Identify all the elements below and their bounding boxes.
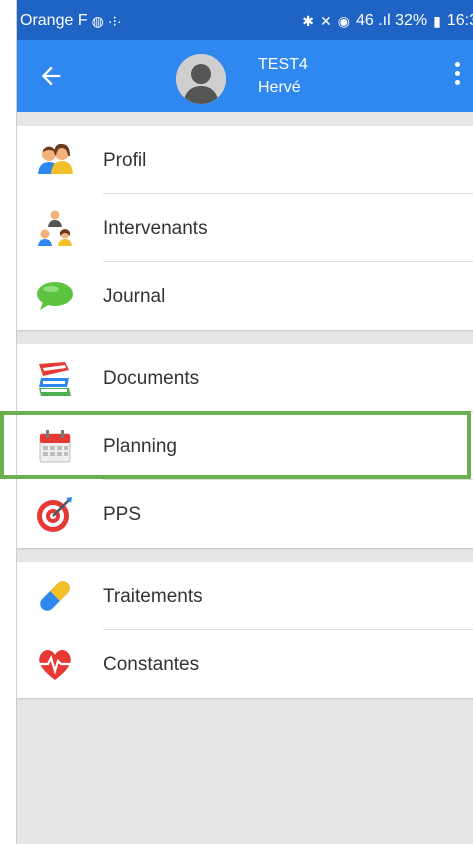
status-bar: Orange F ◍ ·⁝· ✱ ✕ ◉ 46 .ıl 32% ▮ 16:3	[17, 0, 473, 40]
menu-item-intervenants[interactable]: Intervenants	[17, 194, 473, 262]
pill-capsule-icon	[40, 581, 70, 611]
menu-item-profil[interactable]: Profil	[17, 126, 473, 194]
clock: 16:3	[446, 12, 473, 29]
alarm-icon: ◉	[337, 12, 350, 29]
notification-icon: ·⁝·	[107, 12, 122, 29]
chat-bubble-icon	[37, 282, 73, 310]
planning-highlight-box	[0, 411, 471, 479]
menu-item-constantes[interactable]: Constantes	[17, 630, 473, 698]
menu-item-label: Intervenants	[103, 218, 208, 239]
target-icon	[37, 497, 72, 532]
patient-name: TEST4	[258, 56, 308, 73]
status-left: Orange F ◍ ·⁝·	[20, 12, 122, 30]
menu-item-label: PPS	[103, 504, 142, 525]
heart-pulse-icon	[39, 649, 71, 680]
care-team-icon	[38, 210, 72, 246]
menu-group-3: Traitements Constantes	[17, 562, 473, 698]
app-bar: TEST4 Hervé	[17, 40, 473, 112]
sync-icon: ◍	[91, 12, 104, 29]
avatar[interactable]	[176, 54, 226, 104]
back-arrow-icon[interactable]	[37, 62, 65, 90]
menu-item-traitements[interactable]: Traitements	[17, 562, 473, 630]
menu-item-label: Journal	[103, 286, 166, 307]
bluetooth-icon: ✱	[302, 12, 315, 29]
menu-item-label: Documents	[103, 368, 200, 389]
carrier-name: Orange F	[20, 12, 88, 29]
patient-firstname: Hervé	[258, 79, 301, 96]
battery-icon: ▮	[433, 12, 441, 29]
menu-item-journal[interactable]: Journal	[17, 262, 473, 330]
menu-item-pps[interactable]: PPS	[17, 480, 473, 548]
overflow-menu-icon[interactable]	[454, 62, 462, 90]
status-right: ✱ ✕ ◉ 46 .ıl 32% ▮ 16:3	[302, 12, 473, 30]
profile-people-icon	[38, 143, 73, 174]
menu-item-label: Traitements	[103, 586, 203, 607]
person-silhouette-icon	[176, 54, 226, 104]
signal-battery-text: 46 .ıl 32%	[355, 12, 428, 29]
menu-item-label: Constantes	[103, 654, 200, 675]
books-icon	[39, 362, 71, 396]
menu-item-documents[interactable]: Documents	[17, 344, 473, 412]
menu-item-label: Profil	[103, 150, 147, 171]
mute-icon: ✕	[320, 12, 332, 29]
menu-group-1: Profil Intervenants Journal	[17, 126, 473, 330]
